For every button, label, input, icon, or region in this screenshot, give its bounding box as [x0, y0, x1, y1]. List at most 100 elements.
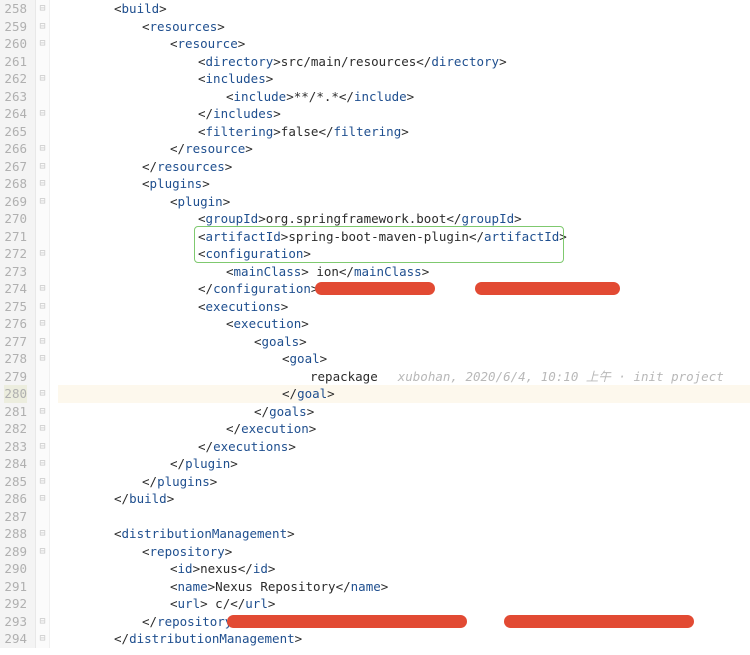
- code-line[interactable]: </configuration>: [58, 280, 750, 298]
- token-punc: >: [407, 89, 415, 104]
- token-tag: url: [178, 596, 201, 611]
- fold-marker[interactable]: ⊟: [36, 158, 49, 176]
- code-line[interactable]: <repository>: [58, 543, 750, 561]
- token-punc: <: [142, 176, 150, 191]
- code-line[interactable]: </plugins>: [58, 473, 750, 491]
- token-punc: >: [223, 194, 231, 209]
- code-line[interactable]: <plugins>: [58, 175, 750, 193]
- code-line[interactable]: <id>nexus</id>: [58, 560, 750, 578]
- code-line[interactable]: <mainClass> ion</mainClass>: [58, 263, 750, 281]
- token-tag: includes: [213, 106, 273, 121]
- fold-marker[interactable]: ⊟: [36, 490, 49, 508]
- fold-marker[interactable]: ⊟: [36, 420, 49, 438]
- line-number: 266: [4, 140, 27, 158]
- token-tag: distributionManagement: [129, 631, 295, 646]
- fold-marker[interactable]: ⊟: [36, 70, 49, 88]
- code-line[interactable]: </distributionManagement>: [58, 630, 750, 648]
- code-line[interactable]: </resource>: [58, 140, 750, 158]
- code-line[interactable]: <executions>: [58, 298, 750, 316]
- fold-marker[interactable]: ⊟: [36, 0, 49, 18]
- fold-marker[interactable]: ⊟: [36, 333, 49, 351]
- code-line[interactable]: <resource>: [58, 35, 750, 53]
- code-line[interactable]: </goal>: [58, 385, 750, 403]
- token-punc: <: [226, 264, 234, 279]
- fold-marker[interactable]: ⊟: [36, 175, 49, 193]
- code-line[interactable]: <goals>: [58, 333, 750, 351]
- code-line[interactable]: <goal>: [58, 350, 750, 368]
- token-punc: >: [273, 124, 281, 139]
- fold-marker[interactable]: ⊟: [36, 525, 49, 543]
- code-line[interactable]: </execution>: [58, 420, 750, 438]
- token-punc: <: [170, 596, 178, 611]
- fold-marker[interactable]: ⊟: [36, 403, 49, 421]
- fold-marker[interactable]: ⊟: [36, 245, 49, 263]
- code-line[interactable]: </goals>: [58, 403, 750, 421]
- line-number: 281: [4, 403, 27, 421]
- fold-marker[interactable]: ⊟: [36, 315, 49, 333]
- code-line[interactable]: <filtering>false</filtering>: [58, 123, 750, 141]
- token-punc: >: [193, 561, 201, 576]
- fold-marker[interactable]: ⊟: [36, 140, 49, 158]
- fold-marker: [36, 368, 49, 386]
- token-punc: >: [422, 264, 430, 279]
- fold-marker[interactable]: ⊟: [36, 280, 49, 298]
- fold-marker[interactable]: ⊟: [36, 543, 49, 561]
- token-text: org.springframework.boot: [266, 211, 447, 226]
- fold-marker: [36, 578, 49, 596]
- fold-marker[interactable]: ⊟: [36, 385, 49, 403]
- code-line[interactable]: <plugin>: [58, 193, 750, 211]
- code-line[interactable]: <distributionManagement>: [58, 525, 750, 543]
- line-number: 263: [4, 88, 27, 106]
- fold-marker: [36, 595, 49, 613]
- token-text: src/main/resources: [281, 54, 416, 69]
- code-line[interactable]: [58, 508, 750, 526]
- code-line[interactable]: <configuration>: [58, 245, 750, 263]
- fold-marker[interactable]: ⊟: [36, 473, 49, 491]
- code-line[interactable]: repackagexubohan, 2020/6/4, 10:10 上午 · i…: [58, 368, 750, 386]
- fold-column[interactable]: ⊟⊟⊟⊟⊟⊟⊟⊟⊟⊟⊟⊟⊟⊟⊟⊟⊟⊟⊟⊟⊟⊟⊟⊟⊟⊟: [36, 0, 50, 648]
- fold-marker[interactable]: ⊟: [36, 193, 49, 211]
- line-number: 289: [4, 543, 27, 561]
- code-editor[interactable]: 2582592602612622632642652662672682692702…: [0, 0, 750, 648]
- code-line[interactable]: </includes>: [58, 105, 750, 123]
- line-number: 288: [4, 525, 27, 543]
- fold-marker[interactable]: ⊟: [36, 613, 49, 631]
- code-line[interactable]: <name>Nexus Repository</name>: [58, 578, 750, 596]
- fold-marker[interactable]: ⊟: [36, 630, 49, 648]
- code-line[interactable]: <url> c/</url>: [58, 595, 750, 613]
- code-line[interactable]: </executions>: [58, 438, 750, 456]
- code-line[interactable]: <build>: [58, 0, 750, 18]
- token-punc: >: [311, 281, 319, 296]
- code-area[interactable]: <build><resources><resource><directory>s…: [50, 0, 750, 648]
- token-punc: >: [320, 351, 328, 366]
- fold-marker[interactable]: ⊟: [36, 455, 49, 473]
- fold-marker[interactable]: ⊟: [36, 18, 49, 36]
- fold-marker[interactable]: ⊟: [36, 35, 49, 53]
- token-punc: </: [339, 89, 354, 104]
- fold-marker[interactable]: ⊟: [36, 105, 49, 123]
- code-line[interactable]: <groupId>org.springframework.boot</group…: [58, 210, 750, 228]
- token-punc: </: [254, 404, 269, 419]
- code-line[interactable]: <directory>src/main/resources</directory…: [58, 53, 750, 71]
- code-line[interactable]: </build>: [58, 490, 750, 508]
- code-line[interactable]: <execution>: [58, 315, 750, 333]
- code-line[interactable]: <resources>: [58, 18, 750, 36]
- token-punc: >: [381, 579, 389, 594]
- code-line[interactable]: <includes>: [58, 70, 750, 88]
- token-tag: repository: [150, 544, 225, 559]
- fold-marker[interactable]: ⊟: [36, 350, 49, 368]
- token-punc: >: [202, 176, 210, 191]
- fold-marker[interactable]: ⊟: [36, 298, 49, 316]
- fold-marker[interactable]: ⊟: [36, 438, 49, 456]
- code-line[interactable]: </repository>: [58, 613, 750, 631]
- line-number: 275: [4, 298, 27, 316]
- code-line[interactable]: <include>**/*.*</include>: [58, 88, 750, 106]
- code-line[interactable]: </plugin>: [58, 455, 750, 473]
- code-line[interactable]: </resources>: [58, 158, 750, 176]
- token-tag: id: [178, 561, 193, 576]
- token-text: false: [281, 124, 319, 139]
- token-punc: <: [198, 299, 206, 314]
- token-punc: >: [167, 491, 175, 506]
- token-punc: >: [238, 36, 246, 51]
- code-line[interactable]: <artifactId>spring-boot-maven-plugin</ar…: [58, 228, 750, 246]
